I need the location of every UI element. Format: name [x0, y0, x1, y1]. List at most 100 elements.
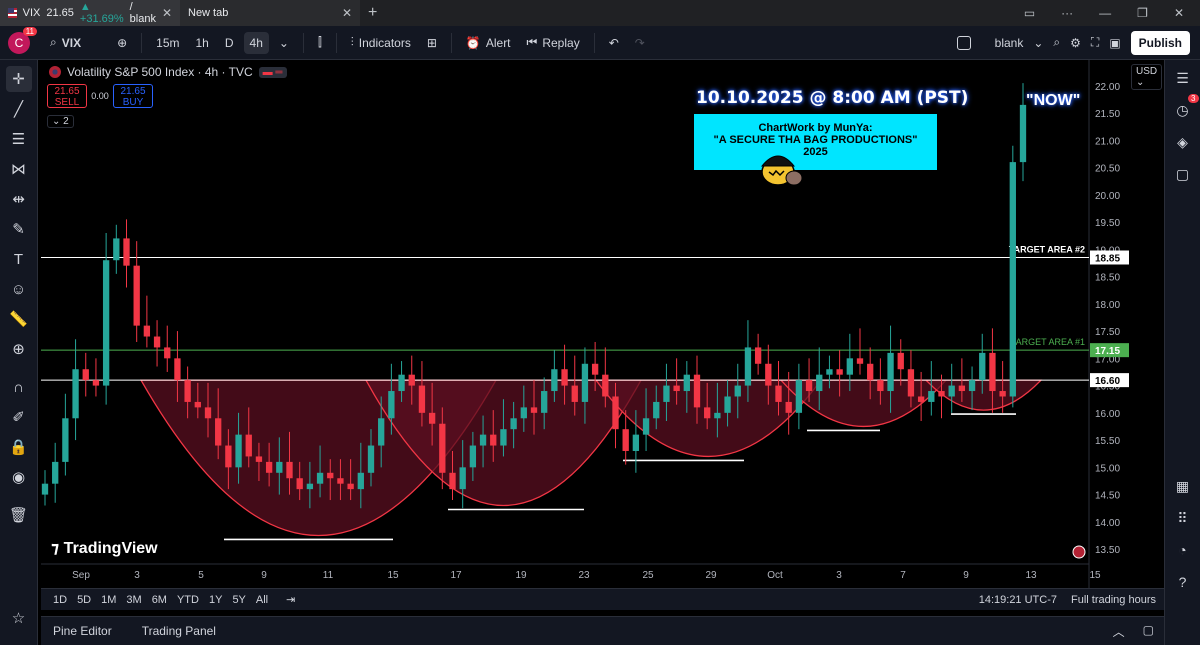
- chartwork-note[interactable]: ChartWork by MunYa: "A SECURE THA BAG PR…: [694, 114, 937, 170]
- text-icon[interactable]: T: [6, 246, 32, 272]
- emoji-icon[interactable]: ☺: [6, 276, 32, 302]
- candle-body: [225, 445, 232, 468]
- restore-icon[interactable]: ❐: [1137, 6, 1148, 20]
- close-icon[interactable]: ✕: [342, 6, 352, 20]
- eye-icon[interactable]: ◉: [6, 464, 32, 490]
- calendar-icon[interactable]: ▦: [1171, 474, 1195, 498]
- candle-body: [378, 418, 385, 446]
- range-1d[interactable]: 1D: [53, 594, 67, 606]
- y-tick-label: 14.00: [1095, 518, 1120, 529]
- watchlist-icon[interactable]: ☰: [1171, 66, 1195, 90]
- object-tree-icon[interactable]: ◈: [1171, 130, 1195, 154]
- range-5y[interactable]: 5Y: [232, 594, 245, 606]
- replay-button[interactable]: ⏮ Replay: [521, 31, 586, 54]
- redo-icon[interactable]: ↷: [629, 32, 651, 54]
- tab-pine-editor[interactable]: Pine Editor: [53, 624, 112, 638]
- interval-15m[interactable]: 15m: [150, 32, 185, 54]
- close-window-icon[interactable]: ✕: [1174, 6, 1184, 20]
- y-tick-label: 21.00: [1095, 136, 1120, 147]
- layout-square-icon[interactable]: [956, 35, 971, 50]
- close-icon[interactable]: ✕: [162, 6, 172, 20]
- chevron-down-icon[interactable]: ⌄: [1033, 36, 1043, 50]
- screen-icon[interactable]: ▭: [1024, 6, 1035, 20]
- candle-body: [500, 429, 507, 446]
- crosshair-icon[interactable]: ✛: [5, 66, 32, 92]
- sell-button[interactable]: 21.65 SELL: [47, 84, 87, 108]
- fib-icon[interactable]: ☰: [6, 126, 32, 152]
- replay-icon: ⏮: [526, 35, 538, 49]
- legend-collapse-pill[interactable]: ▬ ═: [258, 66, 287, 78]
- candles-icon[interactable]: ⫿: [312, 31, 328, 54]
- x-tick-label: 19: [515, 570, 527, 581]
- candle-body: [928, 391, 935, 402]
- range-3m[interactable]: 3M: [126, 594, 141, 606]
- more-icon[interactable]: ···: [1061, 6, 1073, 20]
- avatar[interactable]: C 11: [8, 26, 37, 54]
- goto-date-icon[interactable]: ⇥: [286, 593, 295, 606]
- zoom-in-icon[interactable]: ⊕: [6, 336, 32, 362]
- range-5d[interactable]: 5D: [77, 594, 91, 606]
- chevron-up-icon[interactable]: ︿: [1113, 623, 1125, 640]
- buy-button[interactable]: 21.65 BUY: [113, 84, 153, 108]
- symbol-search-button[interactable]: ⌕ VIX: [44, 31, 87, 54]
- trend-line-icon[interactable]: ╱: [6, 96, 32, 122]
- divider: [450, 32, 452, 53]
- indicator-collapse-toggle[interactable]: ⌄ 2: [47, 115, 74, 128]
- date-annotation[interactable]: 10.10.2025 @ 8:00 AM (PST): [696, 88, 968, 108]
- publish-button[interactable]: Publish: [1130, 30, 1190, 55]
- brush-icon[interactable]: ✎: [6, 216, 32, 242]
- range-ytd[interactable]: YTD: [177, 594, 199, 606]
- alerts-clock-icon[interactable]: ◷ 3: [1171, 94, 1199, 122]
- gear-icon[interactable]: ⚙: [1070, 36, 1081, 50]
- currency-selector[interactable]: USD ⌄: [1131, 64, 1163, 90]
- candle-body: [204, 407, 212, 419]
- chat-icon[interactable]: ▢: [1171, 162, 1195, 186]
- now-annotation[interactable]: "NOW": [1026, 92, 1080, 110]
- candle-body: [41, 483, 49, 495]
- undo-icon[interactable]: ↶: [603, 32, 625, 54]
- forecast-icon[interactable]: ⇹: [6, 186, 32, 212]
- candle-body: [683, 374, 690, 392]
- range-1m[interactable]: 1M: [101, 594, 116, 606]
- buy-label: BUY: [122, 97, 144, 108]
- lock-icon[interactable]: 🔒: [6, 434, 32, 460]
- interval-1h[interactable]: 1h: [189, 32, 214, 54]
- templates-icon[interactable]: ⊞: [421, 32, 443, 54]
- trash-icon[interactable]: 🗑: [6, 502, 32, 528]
- minimize-icon[interactable]: —: [1099, 6, 1111, 20]
- broadcast-icon[interactable]: ◔: [1171, 538, 1195, 562]
- lock-drawing-icon[interactable]: ✐: [6, 404, 32, 430]
- browser-tab-new[interactable]: New tab ✕: [180, 0, 360, 26]
- candle-body: [602, 374, 609, 397]
- pattern-icon[interactable]: ⋈: [6, 156, 32, 182]
- maximize-icon[interactable]: ▢: [1143, 623, 1154, 640]
- quick-search-icon[interactable]: ⌕: [1053, 35, 1060, 50]
- fullscreen-icon[interactable]: ⛶: [1091, 35, 1099, 50]
- new-tab-button[interactable]: +: [360, 0, 385, 26]
- indicators-button[interactable]: ⫶ Indicators: [345, 31, 417, 54]
- clock-readout[interactable]: 14:19:21 UTC-7: [979, 594, 1057, 606]
- range-6m[interactable]: 6M: [152, 594, 167, 606]
- compare-symbol-icon[interactable]: ⊕: [111, 32, 133, 54]
- session-selector[interactable]: Full trading hours: [1071, 594, 1156, 606]
- camera-icon[interactable]: ▣: [1109, 36, 1120, 50]
- help-icon[interactable]: ?: [1171, 570, 1195, 594]
- interval-4h[interactable]: 4h: [243, 31, 269, 54]
- candle-body: [622, 429, 629, 451]
- x-tick-label: 23: [578, 570, 590, 581]
- range-all[interactable]: All: [256, 594, 268, 606]
- tradingview-logo[interactable]: ⁊ TradingView: [51, 538, 158, 558]
- apps-grid-icon[interactable]: ⠿: [1171, 506, 1195, 530]
- browser-tab-vix[interactable]: VIX 21.65 ▲ +31.69% / blank ✕: [0, 0, 180, 26]
- interval-d[interactable]: D: [219, 32, 240, 54]
- magnet-icon[interactable]: ∩: [6, 374, 32, 400]
- tab-trading-panel[interactable]: Trading Panel: [142, 624, 216, 638]
- candle-body: [184, 380, 191, 402]
- ruler-icon[interactable]: 📏: [6, 306, 32, 332]
- chart-pane[interactable]: 22.0021.5021.0020.5020.0019.5019.0018.50…: [41, 60, 1163, 588]
- star-icon[interactable]: ☆: [6, 605, 32, 631]
- chevron-down-icon[interactable]: ⌄: [273, 32, 295, 54]
- alert-button[interactable]: ⏰ Alert: [460, 32, 517, 54]
- layout-name[interactable]: blank: [995, 36, 1024, 50]
- range-1y[interactable]: 1Y: [209, 594, 222, 606]
